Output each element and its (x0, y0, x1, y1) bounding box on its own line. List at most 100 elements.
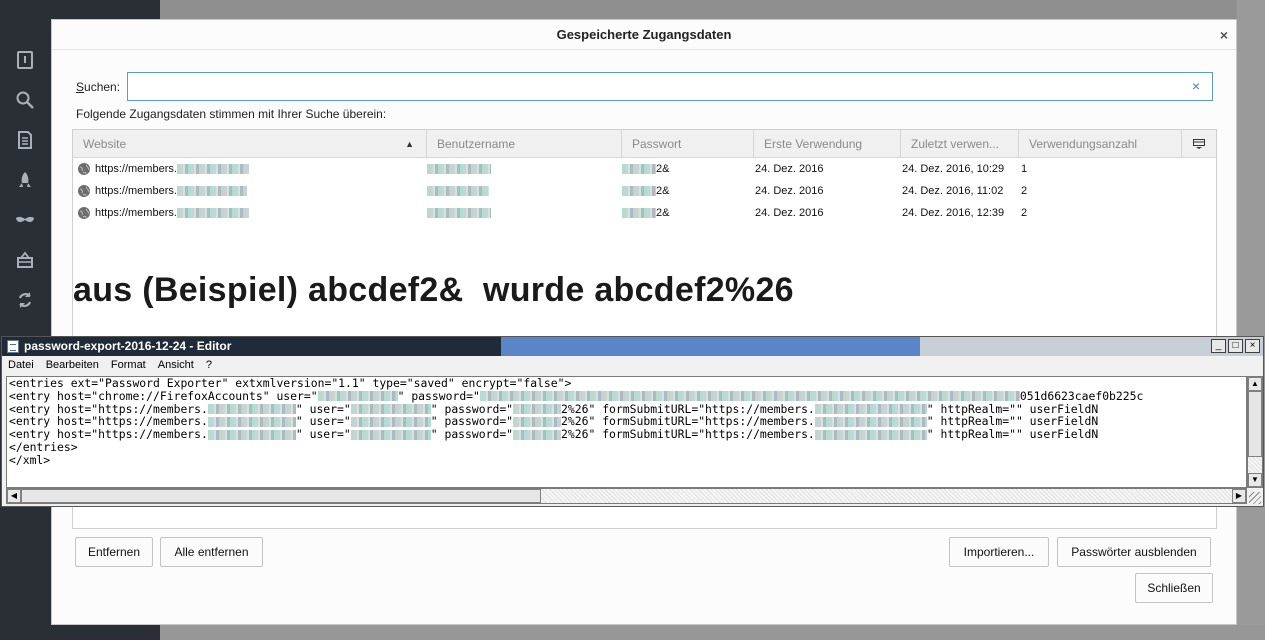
redacted-text (317, 391, 398, 402)
redacted-text (207, 416, 296, 427)
vertical-scroll-thumb[interactable] (1248, 391, 1262, 457)
mask-icon[interactable] (0, 200, 50, 240)
remove-button[interactable]: Entfernen (75, 537, 153, 567)
redacted-text (814, 429, 927, 440)
cell-first-used: 24. Dez. 2016 (755, 185, 824, 197)
menu-format[interactable]: Format (105, 356, 152, 375)
search-icon[interactable] (0, 80, 50, 120)
cell-password: 2& (622, 202, 669, 224)
menu-view[interactable]: Ansicht (152, 356, 200, 375)
search-label-accesskey: S (76, 80, 85, 94)
document-icon[interactable] (0, 120, 50, 160)
globe-icon (78, 207, 90, 219)
column-header-last-used[interactable]: Zuletzt verwen... (901, 130, 1019, 158)
scroll-up-icon[interactable]: ▲ (1248, 377, 1262, 391)
vertical-scrollbar[interactable]: ▲ ▼ (1247, 376, 1263, 488)
cell-usage-count: 1 (1021, 163, 1028, 175)
import-button[interactable]: Importieren... (949, 537, 1049, 567)
window-controls: _ □ × (1211, 339, 1260, 353)
website-text: https://members. (95, 207, 177, 219)
table-row[interactable]: https://members. 2& 24. Dez. 2016 24. De… (73, 202, 1216, 224)
column-header-username[interactable]: Benutzername (427, 130, 622, 158)
close-icon[interactable]: × (1245, 339, 1260, 353)
website-text: https://members. (95, 163, 177, 175)
rocket-icon[interactable] (0, 160, 50, 200)
clear-search-icon[interactable]: × (1192, 78, 1200, 94)
redacted-text (814, 404, 927, 415)
column-header-usage-count[interactable]: Verwendungsanzahl (1019, 130, 1182, 158)
cell-first-used: 24. Dez. 2016 (755, 163, 824, 175)
resize-grip-icon[interactable] (1249, 492, 1261, 504)
close-button[interactable]: Schließen (1135, 573, 1213, 603)
redacted-text (350, 416, 431, 427)
minimize-icon[interactable]: _ (1211, 339, 1226, 353)
column-header-first-used[interactable]: Erste Verwendung (754, 130, 901, 158)
notebook-icon[interactable] (0, 40, 50, 80)
search-label-text: uchen: (84, 80, 121, 94)
redacted-domain (176, 186, 247, 197)
globe-icon (78, 185, 90, 197)
redacted-text (479, 391, 1020, 402)
redacted-text (350, 429, 431, 440)
menu-help[interactable]: ? (200, 356, 218, 375)
column-header-label: Website (83, 137, 127, 151)
cell-last-used: 24. Dez. 2016, 12:39 (902, 207, 1005, 219)
remove-all-button[interactable]: Alle entfernen (160, 537, 263, 567)
dialog-title: Gespeicherte Zugangsdaten (52, 20, 1236, 50)
cell-website: https://members. (95, 180, 247, 202)
sidebar-icons (0, 40, 50, 320)
redacted-text (350, 404, 431, 415)
horizontal-scroll-thumb[interactable] (21, 489, 541, 503)
column-header-website[interactable]: Website ▲ (73, 130, 427, 158)
column-picker-icon[interactable] (1182, 130, 1216, 158)
scroll-down-icon[interactable]: ▼ (1248, 473, 1262, 487)
column-header-password[interactable]: Passwort (622, 130, 754, 158)
cell-website: https://members. (95, 202, 249, 224)
hide-passwords-button[interactable]: Passwörter ausblenden (1057, 537, 1211, 567)
editor-titlebar[interactable]: password-export-2016-12-24 - Editor _ □ … (2, 337, 1263, 356)
editor-text-area[interactable]: <entries ext="Password Exporter" extxmlv… (6, 376, 1247, 488)
cell-last-used: 24. Dez. 2016, 11:02 (902, 185, 1004, 197)
redacted-domain (176, 208, 249, 219)
sync-icon[interactable] (0, 280, 50, 320)
redacted-password (622, 164, 656, 175)
table-row[interactable]: https://members. 2& 24. Dez. 2016 24. De… (73, 180, 1216, 202)
search-label: Suchen: (76, 80, 120, 94)
editor-title: password-export-2016-12-24 - Editor (24, 339, 232, 353)
scroll-right-icon[interactable]: ▶ (1232, 489, 1246, 503)
text-line: <entry host="https://members. " user=" " p… (7, 428, 1246, 441)
cell-username (427, 202, 491, 224)
password-tail: 2& (656, 185, 670, 197)
website-text: https://members. (95, 185, 177, 197)
notepad-icon (7, 340, 19, 353)
editor-window: password-export-2016-12-24 - Editor _ □ … (1, 336, 1264, 507)
search-input[interactable] (128, 73, 1178, 100)
text-segment: 2%26" formSubmitURL="https://members. (561, 427, 815, 442)
menu-file[interactable]: Datei (2, 356, 40, 375)
password-tail: 2& (656, 207, 670, 219)
scroll-left-icon[interactable]: ◀ (7, 489, 21, 503)
cell-username (427, 180, 489, 202)
menu-edit[interactable]: Bearbeiten (40, 356, 105, 375)
basket-icon[interactable] (0, 240, 50, 280)
cell-last-used: 24. Dez. 2016, 10:29 (902, 163, 1005, 175)
text-segment: " password=" (430, 427, 514, 442)
cell-username (427, 158, 491, 180)
dialog-close-icon[interactable]: × (1220, 27, 1228, 43)
editor-menubar: Datei Bearbeiten Format Ansicht? (2, 356, 1263, 375)
cell-usage-count: 2 (1021, 185, 1028, 197)
horizontal-scrollbar[interactable]: ◀ ▶ (6, 488, 1247, 504)
background-window-edge-bottom (160, 625, 1265, 640)
redacted-text (513, 429, 562, 440)
text-segment: " httpRealm="" userFieldN (926, 427, 1099, 442)
redacted-domain (176, 164, 249, 175)
background-window-edge (1237, 0, 1265, 640)
match-description: Folgende Zugangsdaten stimmen mit Ihrer … (76, 107, 387, 121)
redacted-text (207, 404, 296, 415)
password-tail: 2& (656, 163, 670, 175)
search-field[interactable]: × (127, 72, 1213, 101)
table-row[interactable]: https://members. 2& 24. Dez. 2016 24. De… (73, 158, 1216, 180)
maximize-icon[interactable]: □ (1228, 339, 1243, 353)
redacted-text (207, 429, 296, 440)
annotation-text: aus (Beispiel) abcdef2& wurde abcdef2%26 (73, 271, 794, 309)
